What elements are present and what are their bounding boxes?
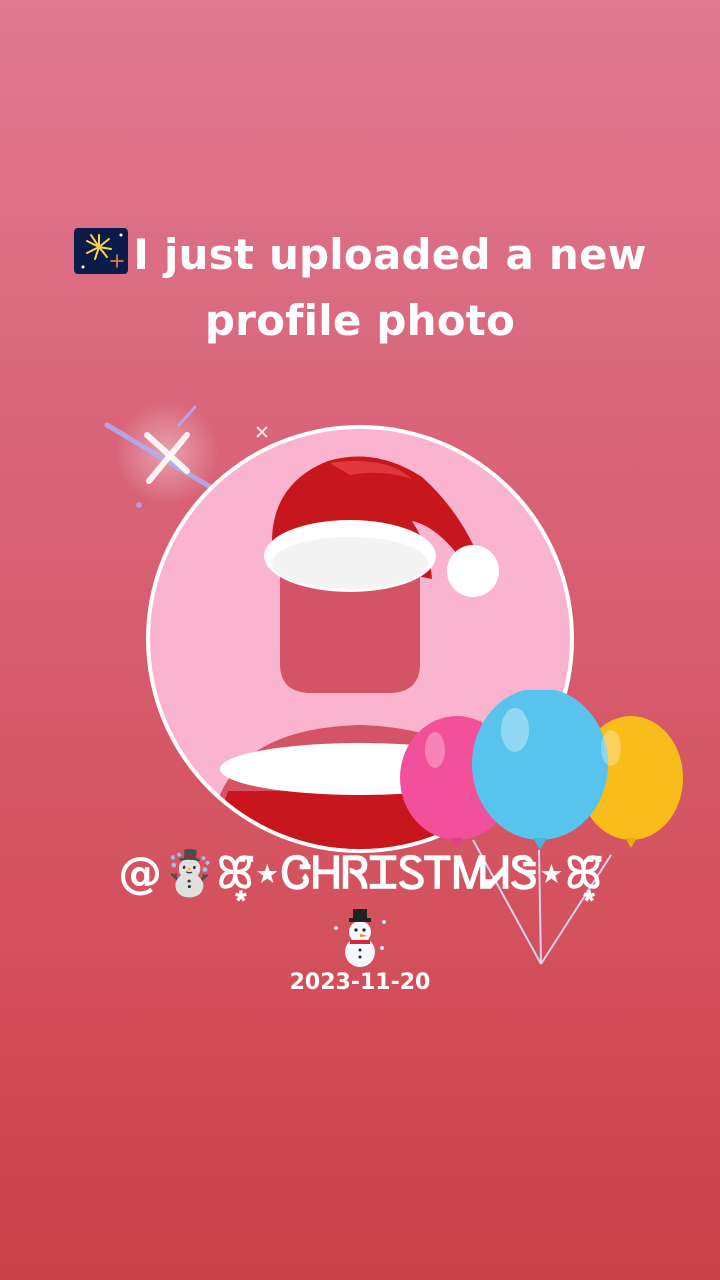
headline-text: I just uploaded a new profile photo bbox=[133, 230, 647, 345]
balloons-decoration bbox=[400, 690, 683, 965]
fireworks-icon bbox=[74, 228, 129, 274]
snowman-icon bbox=[334, 909, 386, 967]
blue-balloon bbox=[472, 690, 608, 840]
username: @☃️ꕤ͙̈⋆ᏣᎻᏒᏆᏚᎢᎷᏗᏕ⋆ꕤ͙̈ bbox=[118, 848, 602, 899]
headline: I just uploaded a new profile photo bbox=[40, 222, 680, 354]
upload-date: 2023-11-20 bbox=[289, 970, 431, 995]
